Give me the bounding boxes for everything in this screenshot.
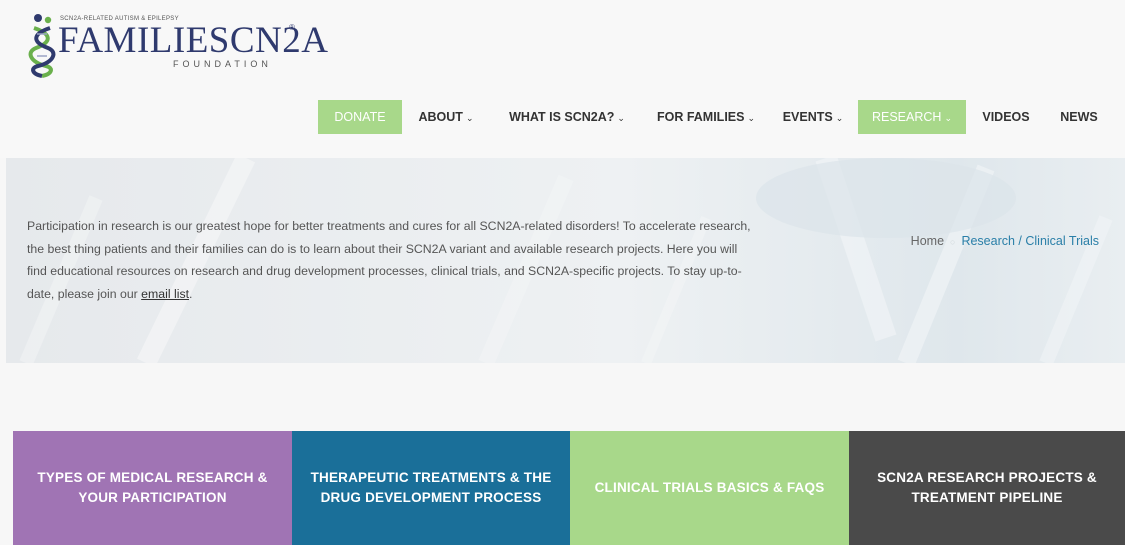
logo-wordmark: FAMILIESCN2A xyxy=(58,20,329,61)
tile-label: TYPES OF MEDICAL RESEARCH & YOUR PARTICI… xyxy=(37,470,268,505)
site-header: SCN2A-RELATED AUTISM & EPILEPSY FAMILIES… xyxy=(0,0,1125,158)
nav-item-label: WHAT IS SCN2A? xyxy=(509,110,615,124)
tile-scn2a-research-projects[interactable]: SCN2A RESEARCH PROJECTS & TREATMENT PIPE… xyxy=(849,431,1125,545)
tile-label: THERAPEUTIC TREATMENTS & THE DRUG DEVELO… xyxy=(310,470,552,505)
tile-clinical-trials-basics[interactable]: CLINICAL TRIALS BASICS & FAQS xyxy=(570,431,849,545)
logo-foundation: FOUNDATION xyxy=(173,59,272,69)
nav-item-label: NEWS xyxy=(1060,110,1098,124)
nav-item-label: VIDEOS xyxy=(982,110,1030,124)
logo-registered-mark: ® xyxy=(289,23,295,32)
site-logo[interactable]: SCN2A-RELATED AUTISM & EPILEPSY FAMILIES… xyxy=(28,10,328,80)
nav-item-news[interactable]: NEWS xyxy=(1050,100,1108,134)
chevron-down-icon: ⌄ xyxy=(465,113,474,123)
chevron-down-icon: ⌄ xyxy=(617,113,625,123)
breadcrumb-home-link[interactable]: Home xyxy=(911,234,944,248)
breadcrumb-separator-icon: ○ xyxy=(950,237,956,247)
nav-item-donate[interactable]: DONATE xyxy=(318,100,402,134)
tile-therapeutic-treatments[interactable]: THERAPEUTIC TREATMENTS & THE DRUG DEVELO… xyxy=(292,431,570,545)
tile-label: SCN2A RESEARCH PROJECTS & TREATMENT PIPE… xyxy=(877,470,1097,505)
nav-item-label: RESEARCH xyxy=(871,110,942,124)
nav-item-videos[interactable]: VIDEOS xyxy=(974,100,1038,134)
hero-intro-text: Participation in research is our greates… xyxy=(27,219,751,301)
breadcrumb: Home ○ Research / Clinical Trials xyxy=(911,234,1099,248)
dna-helix-logo-icon xyxy=(28,14,56,78)
main-nav: DONATE ABOUT ⌄ WHAT IS SCN2A? ⌄ FOR FAMILI… xyxy=(0,100,1125,134)
nav-item-label: ABOUT xyxy=(418,110,463,124)
page-hero: Participation in research is our greates… xyxy=(6,158,1125,363)
nav-item-about[interactable]: ABOUT ⌄ xyxy=(412,100,480,134)
tile-types-of-medical-research[interactable]: TYPES OF MEDICAL RESEARCH & YOUR PARTICI… xyxy=(13,431,292,545)
nav-item-label: FOR FAMILIES xyxy=(656,110,745,124)
nav-item-label: DONATE xyxy=(334,110,386,124)
chevron-down-icon: ⌄ xyxy=(944,113,952,123)
chevron-down-icon: ⌄ xyxy=(747,113,756,123)
nav-item-what-is-scn2a[interactable]: WHAT IS SCN2A? ⌄ xyxy=(497,100,637,134)
breadcrumb-current: Research / Clinical Trials xyxy=(961,234,1099,248)
tile-label: CLINICAL TRIALS BASICS & FAQS xyxy=(594,480,825,495)
chevron-down-icon: ⌄ xyxy=(835,113,844,123)
nav-item-research[interactable]: RESEARCH ⌄ xyxy=(858,100,966,134)
nav-item-for-families[interactable]: FOR FAMILIES ⌄ xyxy=(646,100,766,134)
nav-item-label: EVENTS xyxy=(782,110,833,124)
nav-item-events[interactable]: EVENTS ⌄ xyxy=(776,100,850,134)
research-tiles: TYPES OF MEDICAL RESEARCH & YOUR PARTICI… xyxy=(13,431,1125,545)
email-list-link[interactable]: email list xyxy=(141,287,189,301)
